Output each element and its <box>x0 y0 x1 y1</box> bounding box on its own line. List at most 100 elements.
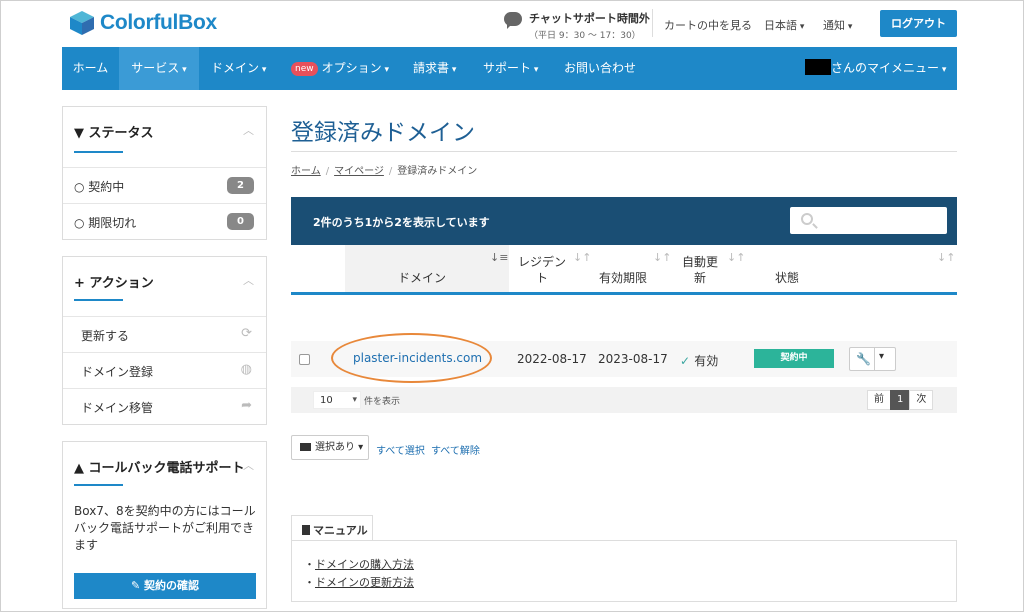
share-arrow-icon: ➦ <box>241 398 252 413</box>
chat-status-text: チャットサポート時間外 <box>529 12 650 25</box>
redacted-username <box>805 59 831 75</box>
logo-cube-icon <box>70 11 94 35</box>
panel-underline <box>74 299 123 301</box>
pager-current[interactable]: 1 <box>890 390 911 410</box>
domain-link[interactable]: plaster-incidents.com <box>353 351 482 365</box>
user-icon: ▲ <box>74 461 89 476</box>
check-icon: ✓ <box>680 354 695 368</box>
with-selected-dropdown[interactable]: 選択あり ▾ <box>291 435 369 460</box>
per-page-label: 件を表示 <box>364 397 401 407</box>
header-divider <box>652 9 653 37</box>
nav-contact[interactable]: お問い合わせ <box>564 47 636 90</box>
header-rule <box>291 292 957 295</box>
new-badge: new <box>291 62 318 76</box>
status-filter-active[interactable]: ○ 契約中 2 <box>63 167 266 203</box>
plus-icon: + <box>74 276 90 291</box>
radio-icon: ○ <box>74 180 89 194</box>
nav-options-label: オプション <box>322 61 389 75</box>
nav-invoices[interactable]: 請求書 <box>413 47 456 90</box>
callback-panel: ▲ コールバック電話サポート ︿ Box7、8を契約中の方にはコールバック電話サ… <box>62 441 267 609</box>
my-menu-label: さんのマイメニュー <box>831 61 946 75</box>
status-filter-expired[interactable]: ○ 期限切れ 0 <box>63 203 266 239</box>
select-all-link[interactable]: すべて選択 <box>376 442 425 457</box>
deselect-all-link[interactable]: すべて解除 <box>431 442 480 457</box>
refresh-icon: ⟳ <box>241 326 252 341</box>
registered-date: 2022-08-17 <box>517 352 587 366</box>
column-auto-renew[interactable]: 自動更 新 ↓↑ <box>671 245 751 292</box>
pencil-icon: ✎ <box>130 579 145 592</box>
sort-icon: ↓↑ <box>937 251 956 264</box>
panel-underline <box>74 151 123 153</box>
top-header: ColorfulBox チャットサポート時間外 （平日 9：30 〜 17：30… <box>1 1 1024 47</box>
table-search-input[interactable] <box>790 207 947 234</box>
sort-icon: ↓↑ <box>727 251 746 264</box>
nav-options[interactable]: new オプション <box>291 47 389 90</box>
folder-icon <box>300 443 311 451</box>
breadcrumb-current: 登録済みドメイン <box>397 166 478 177</box>
actions-panel-title[interactable]: + アクション <box>74 272 154 291</box>
column-registrant[interactable]: レジデン ト ↓↑ <box>509 245 591 292</box>
status-panel-title[interactable]: ▼ ステータス <box>74 122 154 141</box>
table-header-bar: 2件のうち1から2を表示しています <box>291 197 957 245</box>
manual-link-purchase[interactable]: ・ドメインの購入方法 <box>304 556 414 572</box>
per-page-select[interactable]: 10 ▾ <box>313 391 361 409</box>
action-transfer-domain[interactable]: ドメイン移管 ➦ <box>63 388 266 424</box>
collapse-chevron-icon[interactable]: ︿ <box>243 457 254 473</box>
logo-text: ColorfulBox <box>100 11 217 34</box>
radio-icon: ○ <box>74 216 89 230</box>
column-domain[interactable]: ドメイン ↓≡ <box>345 245 509 292</box>
auto-renew-cell: ✓ 有効 <box>680 354 719 368</box>
book-icon <box>302 525 310 535</box>
status-panel: ▼ ステータス ︿ ○ 契約中 2 ○ 期限切れ 0 <box>62 106 267 240</box>
expiry-date: 2023-08-17 <box>598 352 668 366</box>
action-renew[interactable]: 更新する ⟳ <box>63 316 266 352</box>
language-dropdown[interactable]: 日本語 <box>764 17 804 33</box>
main-nav: ホーム サービス ドメイン new オプション 請求書 サポート お問い合わせ さ… <box>62 47 957 90</box>
callback-panel-title[interactable]: ▲ コールバック電話サポート <box>74 457 245 476</box>
search-icon <box>801 213 813 225</box>
panel-underline <box>74 484 123 486</box>
chat-hours-text: （平日 9：30 〜 17：30） <box>529 31 641 41</box>
nav-domains[interactable]: ドメイン <box>211 47 266 90</box>
chat-support-status[interactable]: チャットサポート時間外 （平日 9：30 〜 17：30） <box>504 10 650 41</box>
title-divider <box>291 151 957 152</box>
actions-panel: + アクション ︿ 更新する ⟳ ドメイン登録 ◍ ドメイン移管 ➦ <box>62 256 267 425</box>
nav-services[interactable]: サービス <box>119 47 199 90</box>
pager-prev[interactable]: 前 <box>867 390 891 410</box>
check-contract-button[interactable]: ✎ 契約の確認 <box>74 573 256 599</box>
nav-support[interactable]: サポート <box>483 47 538 90</box>
sort-asc-icon: ↓≡ <box>490 251 509 264</box>
collapse-chevron-icon[interactable]: ︿ <box>243 272 254 288</box>
status-badge: 契約中 <box>754 349 834 368</box>
my-menu-dropdown[interactable]: さんのマイメニュー <box>805 47 946 90</box>
column-expiry[interactable]: 有効期限 ↓↑ <box>591 245 671 292</box>
logout-button[interactable]: ログアウト <box>880 10 957 37</box>
manual-link-renew[interactable]: ・ドメインの更新方法 <box>304 574 414 590</box>
collapse-chevron-icon[interactable]: ︿ <box>243 122 254 138</box>
manual-box: ・ドメインの購入方法 ・ドメインの更新方法 <box>291 540 957 602</box>
action-register-domain[interactable]: ドメイン登録 ◍ <box>63 352 266 388</box>
chevron-down-icon: ▾ <box>352 395 357 405</box>
chat-bubble-icon <box>504 12 522 29</box>
table-row: plaster-incidents.com 2022-08-17 2023-08… <box>291 333 957 383</box>
row-checkbox[interactable] <box>299 354 310 365</box>
logo[interactable]: ColorfulBox <box>69 10 217 36</box>
globe-icon: ◍ <box>240 362 252 377</box>
sort-icon: ↓↑ <box>653 251 672 264</box>
cart-link[interactable]: カートの中を見る <box>664 17 752 33</box>
filter-icon: ▼ <box>74 126 89 141</box>
wrench-icon: 🔧 <box>856 352 871 366</box>
column-status[interactable]: 状態 ↓↑ <box>751 245 957 292</box>
manual-tab[interactable]: マニュアル <box>291 515 373 541</box>
breadcrumb-mypage[interactable]: マイページ <box>334 166 384 177</box>
table-footer: 10 ▾ 件を表示 前 1 次 <box>291 387 957 413</box>
table-info: 2件のうち1から2を表示しています <box>313 216 490 229</box>
status-count-badge: 2 <box>227 177 254 194</box>
pager-next[interactable]: 次 <box>909 390 934 410</box>
nav-home[interactable]: ホーム <box>62 47 119 90</box>
notifications-dropdown[interactable]: 通知 <box>823 17 852 33</box>
chevron-down-icon[interactable]: ▾ <box>879 351 884 362</box>
pagination: 前 1 次 <box>867 390 934 410</box>
breadcrumb-home[interactable]: ホーム <box>291 166 321 177</box>
row-actions-button[interactable]: 🔧 ▾ <box>849 347 896 371</box>
